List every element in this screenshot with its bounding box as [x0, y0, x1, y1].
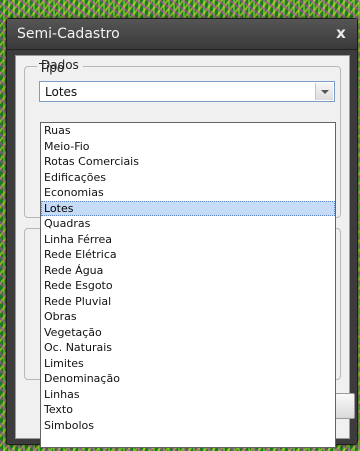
dropdown-option[interactable]: Rede Pluvial	[41, 294, 335, 310]
dropdown-option[interactable]: Rede Esgoto	[41, 278, 335, 294]
title-bar[interactable]: Semi-Cadastro x	[7, 19, 357, 50]
tipo-combobox-value: Lotes	[45, 85, 78, 99]
dropdown-option[interactable]: Simbolos	[41, 418, 335, 434]
dropdown-option[interactable]: Obras	[41, 309, 335, 325]
dropdown-option[interactable]: Ruas	[41, 123, 335, 139]
dropdown-option[interactable]: Rede Elétrica	[41, 247, 335, 263]
dropdown-option[interactable]: Oc. Naturais	[41, 340, 335, 356]
dropdown-option[interactable]: Lotes	[41, 200, 335, 216]
dropdown-option[interactable]: Economias	[41, 185, 335, 201]
dropdown-option[interactable]: Rotas Comerciais	[41, 154, 335, 170]
tipo-dropdown-list[interactable]: Ruas Meio-Fio Rotas Comerciais Edificações E…	[40, 122, 336, 448]
tipo-label: Tipo	[39, 61, 65, 75]
dropdown-option[interactable]: Meio-Fio	[41, 139, 335, 155]
dropdown-option[interactable]: Quadras	[41, 216, 335, 232]
window-title: Semi-Cadastro	[17, 26, 120, 42]
dropdown-option[interactable]: Rede Água	[41, 263, 335, 279]
dropdown-option[interactable]: Texto	[41, 402, 335, 418]
dropdown-option[interactable]: Linhas	[41, 387, 335, 403]
tipo-combobox[interactable]: Lotes	[39, 81, 335, 102]
dropdown-option[interactable]: Edificações	[41, 170, 335, 186]
dropdown-option[interactable]: Linha Férrea	[41, 232, 335, 248]
side-button[interactable]	[335, 393, 355, 419]
dropdown-option[interactable]: Denominação	[41, 371, 335, 387]
dropdown-option[interactable]: Limites	[41, 356, 335, 372]
dropdown-option[interactable]: Vegetação	[41, 325, 335, 341]
close-icon[interactable]: x	[333, 24, 349, 42]
chevron-down-icon	[321, 90, 329, 94]
combo-dropdown-button[interactable]	[315, 83, 333, 100]
